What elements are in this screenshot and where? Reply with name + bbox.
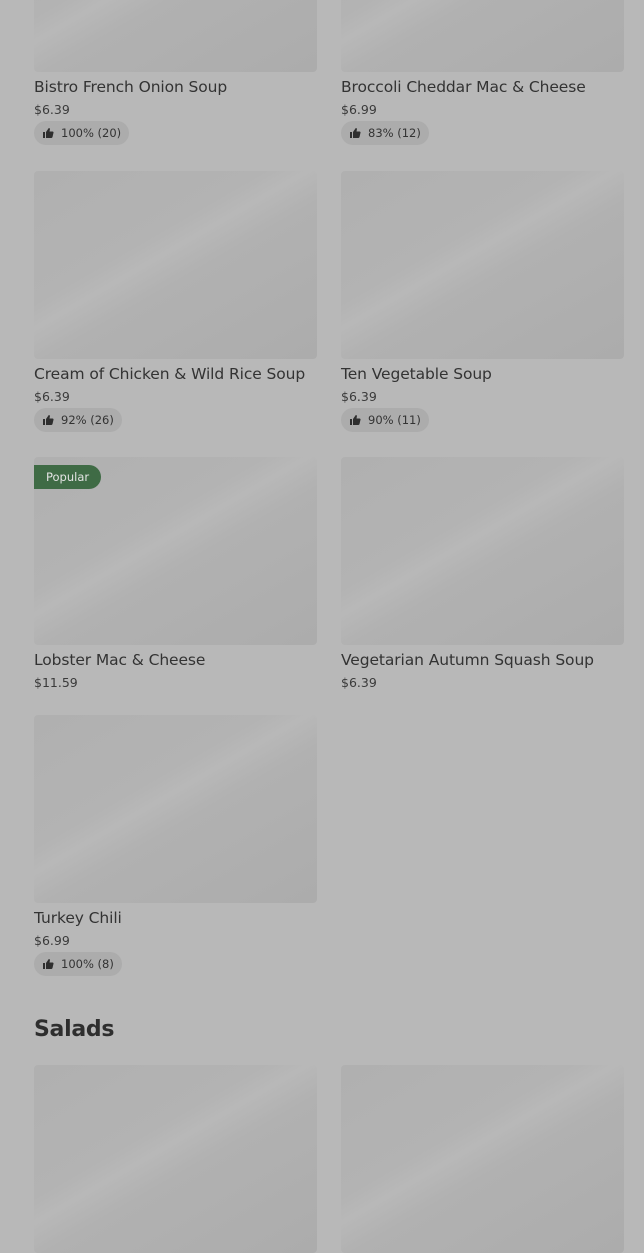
menu-item-name: Broccoli Cheddar Mac & Cheese: [341, 78, 586, 96]
menu-item-rating-text: 100% (8): [61, 957, 114, 971]
menu-item-rating: 100% (20): [34, 121, 130, 145]
menu-item-rating: 90% (11): [341, 408, 429, 432]
menu-item-rating-text: 83% (12): [368, 126, 421, 140]
menu-item-image[interactable]: [341, 171, 624, 359]
menu-item-rating-text: 100% (20): [61, 126, 122, 140]
menu-item-image[interactable]: [34, 715, 317, 903]
menu-item-price: $6.39: [341, 389, 377, 404]
menu-item-name: Ten Vegetable Soup: [341, 365, 492, 383]
thumbs-up-icon: [350, 415, 361, 425]
menu-item-price: $11.59: [34, 675, 78, 690]
menu-item-price: $6.99: [341, 102, 377, 117]
menu-item-price: $6.39: [34, 102, 70, 117]
menu-item-rating: 100% (8): [34, 952, 122, 976]
menu-item-name: Lobster Mac & Cheese: [34, 651, 206, 669]
menu-item-image[interactable]: [341, 457, 624, 645]
menu-item-rating-text: 90% (11): [368, 413, 421, 427]
menu-item-image[interactable]: [34, 1065, 317, 1253]
section-title-salads: Salads: [34, 1017, 115, 1042]
menu-item-name: Turkey Chili: [34, 909, 122, 927]
menu-item-name: Bistro French Onion Soup: [34, 78, 228, 96]
menu-item-rating: 92% (26): [34, 408, 122, 432]
menu-item-image[interactable]: [34, 171, 317, 359]
menu-item-image[interactable]: [341, 1065, 624, 1253]
thumbs-up-icon: [43, 128, 54, 138]
thumbs-up-icon: [43, 415, 54, 425]
thumbs-up-icon: [43, 959, 54, 969]
menu-item-image[interactable]: [34, 0, 317, 72]
menu-item-price: $6.39: [341, 675, 377, 690]
menu-item-name: Vegetarian Autumn Squash Soup: [341, 651, 594, 669]
thumbs-up-icon: [350, 128, 361, 138]
menu-item-price: $6.39: [34, 389, 70, 404]
menu-item-price: $6.99: [34, 933, 70, 948]
popular-badge: Popular: [34, 465, 102, 489]
menu-item-image[interactable]: [341, 0, 624, 72]
menu-item-rating-text: 92% (26): [61, 413, 114, 427]
menu-item-name: Cream of Chicken & Wild Rice Soup: [34, 365, 306, 383]
menu-item-rating: 83% (12): [341, 121, 429, 145]
